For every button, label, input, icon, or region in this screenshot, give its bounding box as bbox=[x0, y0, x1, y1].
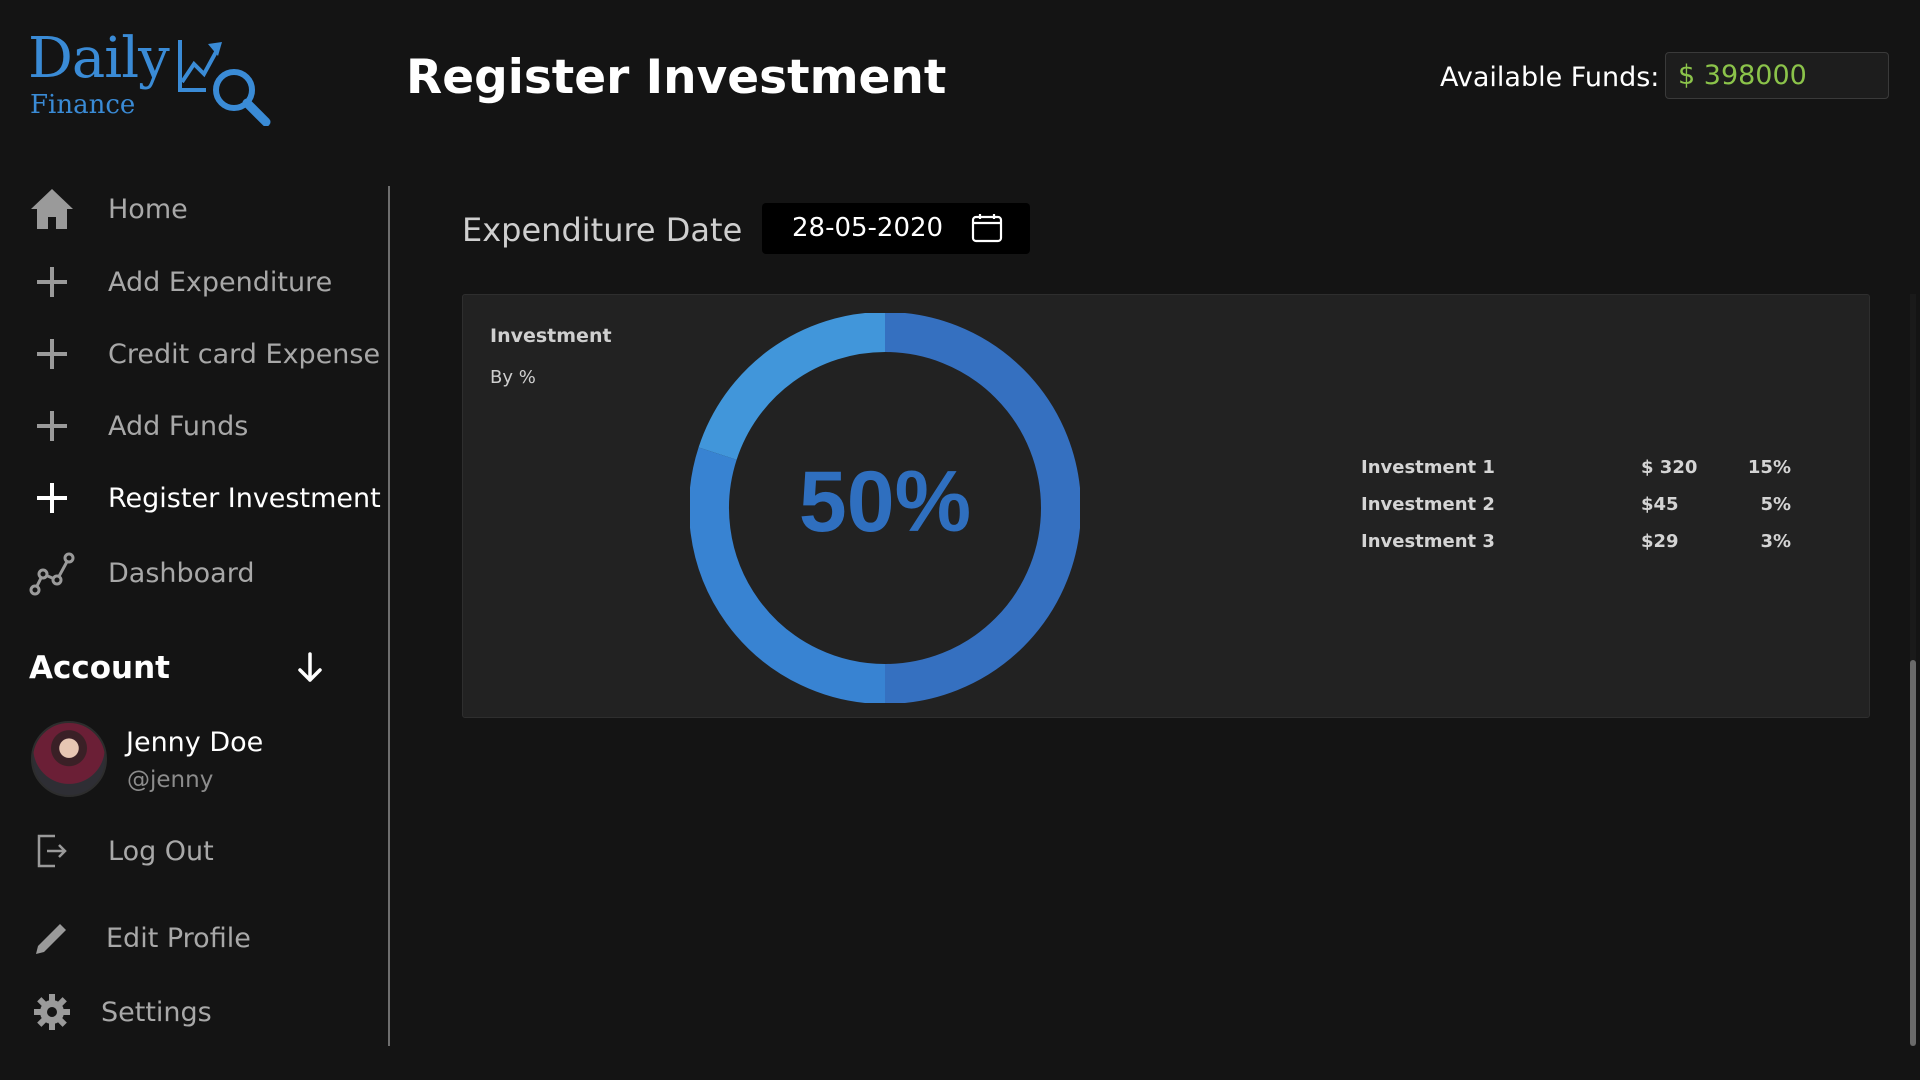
chart-subtitle: By % bbox=[490, 367, 536, 388]
available-funds-label: Available Funds: bbox=[1440, 62, 1660, 93]
app-logo[interactable]: Daily Finance bbox=[28, 26, 278, 126]
settings-label: Settings bbox=[101, 996, 212, 1028]
user-name: Jenny Doe bbox=[126, 727, 264, 758]
plus-icon bbox=[28, 258, 76, 306]
sidebar-item-label: Credit card Expense bbox=[108, 338, 381, 370]
plus-icon bbox=[28, 330, 76, 378]
magnifier-chart-icon bbox=[178, 40, 271, 126]
legend-name: Investment 2 bbox=[1361, 494, 1495, 515]
logo-finance-text: Finance bbox=[30, 90, 136, 120]
calendar-icon[interactable] bbox=[970, 212, 1004, 244]
logout-button[interactable]: Log Out bbox=[28, 824, 378, 878]
expenditure-date-label: Expenditure Date bbox=[462, 211, 743, 249]
app-window: Daily Finance Register Investment Availa… bbox=[0, 0, 1920, 1080]
scrollbar-thumb[interactable] bbox=[1910, 660, 1916, 1046]
sidebar-item-add-expenditure[interactable]: Add Expenditure bbox=[28, 255, 378, 309]
account-section-title: Account bbox=[29, 650, 170, 686]
investment-legend: Investment 1 $ 320 15% Investment 2 $45 … bbox=[1361, 457, 1791, 568]
edit-profile-label: Edit Profile bbox=[106, 922, 251, 954]
sidebar-item-label: Dashboard bbox=[108, 557, 255, 589]
legend-amount: $29 bbox=[1641, 531, 1679, 552]
legend-row: Investment 2 $45 5% bbox=[1361, 494, 1791, 531]
arrow-down-icon[interactable] bbox=[292, 650, 328, 686]
sidebar-item-label: Add Funds bbox=[108, 410, 249, 442]
edit-profile-button[interactable]: Edit Profile bbox=[28, 911, 378, 965]
user-handle: @jenny bbox=[127, 767, 214, 793]
legend-amount: $ 320 bbox=[1641, 457, 1698, 478]
logout-icon bbox=[28, 827, 76, 875]
chart-title: Investment bbox=[490, 325, 612, 347]
legend-percent: 5% bbox=[1760, 494, 1791, 515]
sidebar-item-credit-card-expense[interactable]: Credit card Expense bbox=[28, 327, 381, 381]
available-funds-value: $ 398000 bbox=[1665, 52, 1889, 99]
home-icon bbox=[28, 185, 76, 233]
legend-percent: 15% bbox=[1747, 457, 1791, 478]
investment-chart-card: Investment By % 50% Investment 1 $ 320 1… bbox=[462, 294, 1870, 718]
donut-center-label: 50% bbox=[799, 454, 971, 550]
expenditure-date-picker[interactable]: 28-05-2020 bbox=[762, 203, 1030, 254]
pencil-icon bbox=[28, 914, 76, 962]
legend-name: Investment 1 bbox=[1361, 457, 1495, 478]
sidebar-item-label: Home bbox=[108, 193, 188, 225]
settings-button[interactable]: Settings bbox=[28, 985, 378, 1039]
plus-icon bbox=[28, 402, 76, 450]
gear-icon bbox=[28, 988, 76, 1036]
donut-segment-3 bbox=[698, 313, 886, 461]
logout-label: Log Out bbox=[108, 835, 214, 867]
sidebar-item-label: Register Investment bbox=[108, 482, 381, 514]
plus-icon bbox=[28, 474, 76, 522]
date-value: 28-05-2020 bbox=[792, 213, 944, 243]
logo-daily-text: Daily bbox=[28, 26, 170, 91]
line-chart-icon bbox=[28, 549, 76, 597]
legend-name: Investment 3 bbox=[1361, 531, 1495, 552]
investment-donut-chart: 50% bbox=[690, 313, 1080, 703]
sidebar-item-label: Add Expenditure bbox=[108, 266, 333, 298]
legend-percent: 3% bbox=[1760, 531, 1791, 552]
sidebar-item-dashboard[interactable]: Dashboard bbox=[28, 546, 378, 600]
main-scrollbar[interactable] bbox=[1910, 294, 1916, 1046]
sidebar-divider bbox=[388, 186, 390, 1046]
sidebar-item-home[interactable]: Home bbox=[28, 182, 378, 236]
page-title: Register Investment bbox=[406, 50, 947, 105]
sidebar-item-add-funds[interactable]: Add Funds bbox=[28, 399, 378, 453]
legend-row: Investment 1 $ 320 15% bbox=[1361, 457, 1791, 494]
legend-amount: $45 bbox=[1641, 494, 1679, 515]
avatar[interactable] bbox=[31, 721, 107, 797]
sidebar-item-register-investment[interactable]: Register Investment bbox=[28, 471, 381, 525]
legend-row: Investment 3 $29 3% bbox=[1361, 531, 1791, 568]
